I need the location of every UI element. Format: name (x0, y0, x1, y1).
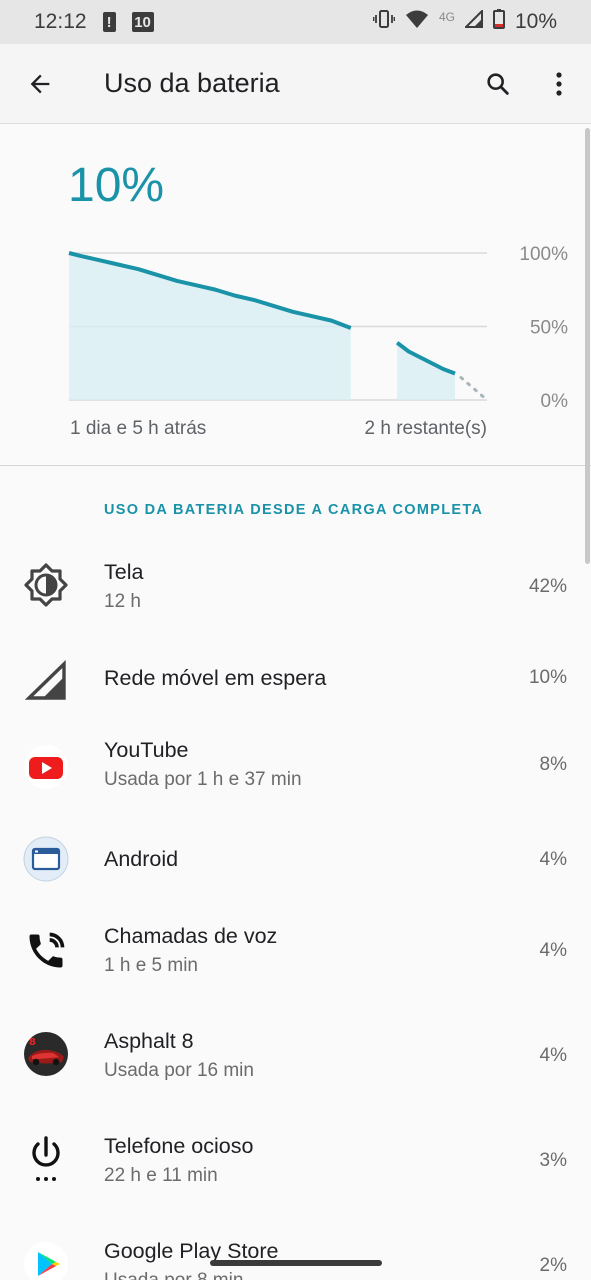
chart-end-label: 2 h restante(s) (364, 418, 488, 439)
search-icon (487, 73, 509, 95)
network-type: 4G (438, 10, 455, 24)
vibrate-icon (372, 9, 396, 35)
arrow-back-icon (30, 74, 50, 94)
more-options-button[interactable] (531, 56, 587, 112)
item-percent: 8% (539, 754, 567, 775)
gesture-navigation-bar[interactable] (210, 1260, 382, 1266)
brightness-icon (22, 561, 70, 609)
item-title: Android (104, 847, 179, 871)
item-subtitle: 12 h (104, 591, 141, 612)
play-store-icon (22, 1240, 70, 1280)
svg-text:8: 8 (29, 1037, 36, 1048)
list-item-chamadas[interactable]: Chamadas de voz 1 h e 5 min 4% (0, 924, 591, 1025)
search-button[interactable] (470, 56, 526, 112)
item-title: Rede móvel em espera (104, 666, 327, 690)
page-title: Uso da bateria (104, 68, 280, 98)
scrollbar[interactable] (585, 128, 590, 564)
item-percent: 2% (539, 1255, 567, 1276)
item-subtitle: Usada por 16 min (104, 1060, 254, 1081)
cell-signal-status-icon (463, 8, 483, 34)
status-time: 12:12 (34, 10, 87, 33)
battery-status-text: 10% (514, 10, 557, 33)
item-percent: 42% (528, 576, 567, 597)
list-item-telefone-ocioso[interactable]: Telefone ocioso 22 h e 11 min 3% (0, 1134, 591, 1235)
item-title: Asphalt 8 (104, 1029, 194, 1053)
battery-history-chart: 100% 50% 0% (68, 244, 569, 410)
item-percent: 4% (539, 849, 567, 870)
chart-area-0 (69, 253, 351, 400)
item-percent: 4% (539, 1045, 567, 1066)
back-button[interactable] (12, 56, 68, 112)
asphalt-icon: 8 (22, 1030, 70, 1078)
notification-badge: 10 (131, 12, 154, 32)
cell-signal-icon (22, 657, 70, 705)
app-bar: Uso da bateria (0, 44, 591, 124)
item-title: Telefone ocioso (104, 1134, 254, 1158)
item-percent: 10% (528, 667, 567, 688)
chart-start-label: 1 dia e 5 h atrás (70, 418, 207, 439)
more-vert-icon (556, 72, 562, 96)
android-window-icon (22, 835, 70, 883)
item-subtitle: Usada por 8 min (104, 1270, 243, 1280)
phone-call-icon (22, 927, 70, 975)
chart-projection-line (459, 376, 489, 402)
item-percent: 3% (539, 1150, 567, 1171)
item-title: Tela (104, 560, 144, 584)
item-percent: 4% (539, 940, 567, 961)
item-subtitle: Usada por 1 h e 37 min (104, 769, 302, 790)
item-subtitle: 1 h e 5 min (104, 955, 198, 976)
battery-level: 10% (68, 159, 165, 212)
item-title: Chamadas de voz (104, 924, 278, 948)
list-item-rede-movel[interactable]: Rede móvel em espera 10% (0, 651, 591, 751)
y-tick-label: 50% (530, 318, 568, 339)
power-icon (22, 1135, 70, 1183)
wifi-icon (405, 9, 429, 35)
list-item-tela[interactable]: Tela 12 h 42% (0, 545, 591, 645)
alert-notification-icon: ! (102, 12, 116, 32)
y-tick-label: 0% (541, 391, 569, 410)
divider (0, 465, 591, 466)
status-bar: 12:12 ! 10 4G 10% (0, 0, 591, 44)
list-item-android[interactable]: Android 4% (0, 835, 591, 935)
battery-status-icon (492, 9, 505, 35)
youtube-icon (22, 743, 70, 791)
y-tick-label: 100% (519, 244, 568, 265)
item-subtitle: 22 h e 11 min (104, 1165, 218, 1186)
list-item-youtube[interactable]: YouTube Usada por 1 h e 37 min 8% (0, 738, 591, 841)
item-title: YouTube (104, 738, 189, 762)
list-item-asphalt[interactable]: 8 Asphalt 8 Usada por 16 min 4% (0, 1029, 591, 1130)
section-header: USO DA BATERIA DESDE A CARGA COMPLETA (104, 502, 484, 518)
